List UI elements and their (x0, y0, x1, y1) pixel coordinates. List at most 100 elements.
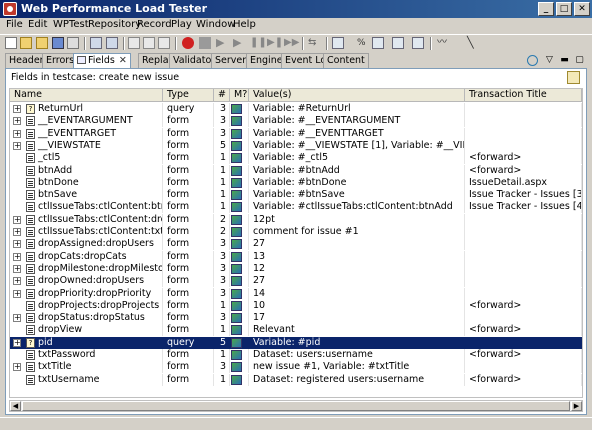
menu-play[interactable]: Play (171, 19, 192, 30)
tab-content[interactable]: Content (323, 53, 369, 68)
percent-icon[interactable]: % (357, 37, 369, 49)
menu-record[interactable]: Record (137, 19, 172, 30)
table-row[interactable]: + __EVENTARGUMENT form 3 Variable: #__EVENTA… (10, 115, 582, 128)
new-file-icon[interactable] (5, 37, 17, 49)
modifier-icon[interactable] (231, 190, 242, 201)
expand-icon[interactable]: + (13, 141, 21, 150)
chart-icon[interactable]: 〰 (437, 37, 449, 49)
table-row[interactable]: + dropAssigned:dropUsers form 3 27 (10, 238, 582, 251)
play-icon[interactable]: ▶ (216, 37, 228, 49)
sync-icon[interactable] (527, 55, 538, 66)
modifier-icon[interactable] (231, 227, 242, 237)
copy-icon[interactable] (143, 37, 155, 49)
modifier-icon[interactable] (231, 104, 242, 114)
table-row[interactable]: + dropCats:dropCats form 3 13 (10, 250, 582, 263)
modifier-icon[interactable] (231, 325, 242, 336)
step-over-icon[interactable]: ▶▶ (284, 37, 299, 49)
close-window-button[interactable]: ✕ (574, 2, 590, 16)
table-row[interactable]: btnSave form 1 Variable: #btnSave Issue Trac… (10, 189, 582, 202)
compare-icon[interactable]: ⇆ (308, 37, 320, 49)
modifier-icon[interactable] (231, 337, 242, 348)
scroll-thumb[interactable] (22, 401, 570, 411)
menu-help[interactable]: Help (233, 19, 256, 30)
menu-repository[interactable]: Repository (88, 19, 141, 30)
table-row[interactable]: dropView form 1 Relevant <forward> (10, 324, 582, 337)
modifier-icon[interactable] (231, 214, 242, 225)
table-row[interactable]: + ctlIssueTabs:ctlContent:txtComform2 comm… (10, 226, 582, 238)
table-row[interactable]: + dropPriority:dropPriority form 3 14 (10, 287, 582, 300)
column-header-transaction-title[interactable]: Transaction Title (465, 89, 582, 102)
save-icon[interactable] (52, 37, 64, 49)
line-tool-icon[interactable]: ╲ (467, 37, 479, 49)
table-row[interactable]: + dropOwned:dropUsers form 3 27 (10, 275, 582, 288)
menu-edit[interactable]: Edit (28, 19, 47, 30)
column-header-values[interactable]: Value(s) (249, 89, 465, 102)
record-icon[interactable] (182, 37, 194, 49)
horizontal-scrollbar[interactable]: ◀ ▶ (9, 400, 583, 412)
column-header-type[interactable]: Type (163, 89, 214, 102)
table-row[interactable]: +? pid query 5 Variable: #pid (10, 336, 582, 349)
menu-file[interactable]: File (6, 19, 23, 30)
modifier-icon[interactable] (231, 263, 242, 274)
record-settings-icon[interactable] (90, 37, 102, 49)
expand-icon[interactable]: + (13, 289, 21, 298)
cut-icon[interactable] (128, 37, 140, 49)
replay-settings-icon[interactable] (106, 37, 118, 49)
expand-icon[interactable]: + (13, 117, 21, 126)
filter-icon[interactable] (412, 37, 424, 49)
table-row[interactable]: + __EVENTTARGET form 3 Variable: #__EVENTTAR… (10, 127, 582, 140)
step-icon[interactable]: ▶❚ (267, 37, 283, 49)
table-row[interactable]: + txtTitle form 3 new issue #1, Variable: #t… (10, 361, 582, 374)
open-icon[interactable] (36, 37, 48, 49)
table-row[interactable]: + dropMilestone:dropMilestone form 3 12 (10, 262, 582, 275)
modifier-icon[interactable] (231, 153, 242, 164)
modifier-icon[interactable] (231, 350, 242, 360)
edit-icon[interactable] (567, 71, 580, 84)
expand-icon[interactable]: + (13, 252, 21, 261)
fast-play-icon[interactable]: ▶ (233, 37, 245, 49)
table-row[interactable]: + dropStatus:dropStatus form 3 17 (10, 312, 582, 325)
table-row[interactable]: _ctl5 form 1 Variable: #_ctl5 <forward> (10, 152, 582, 165)
menu-wptest[interactable]: WPTest (53, 19, 89, 30)
stop-icon[interactable] (199, 37, 211, 49)
maximize-button[interactable]: □ (556, 2, 572, 16)
modifier-icon[interactable] (231, 177, 242, 188)
save-all-icon[interactable] (67, 37, 79, 49)
expand-icon[interactable]: + (13, 105, 21, 113)
modifier-icon[interactable] (231, 313, 242, 324)
column-header-name[interactable]: Name (10, 89, 163, 102)
expand-icon[interactable]: + (13, 264, 21, 273)
modifier-icon[interactable] (231, 165, 242, 176)
expand-icon[interactable]: + (13, 129, 21, 138)
modifier-icon[interactable] (231, 202, 242, 213)
open-folder-icon[interactable] (20, 37, 32, 49)
table-row[interactable]: ctlIssueTabs:ctlContent:btnAdcform1 Varia… (10, 201, 582, 214)
paste-icon[interactable] (158, 37, 170, 49)
table-row[interactable]: btnAdd form 1 Variable: #btnAdd <forward> (10, 164, 582, 177)
table-row[interactable]: + ctlIssueTabs:ctlContent:dropFoform2 12pt (10, 213, 582, 226)
modifier-icon[interactable] (231, 239, 242, 250)
expand-icon[interactable]: + (13, 228, 21, 236)
minimize-view-icon[interactable]: ▬ (559, 55, 570, 66)
modifier-icon[interactable] (231, 128, 242, 139)
modifier-icon[interactable] (231, 276, 242, 287)
pause-icon[interactable]: ❚❚ (250, 37, 267, 49)
tree-view-icon[interactable] (392, 37, 404, 49)
modifier-icon[interactable] (231, 374, 242, 385)
grid-view-icon[interactable] (332, 37, 344, 49)
minimize-button[interactable]: _ (538, 2, 554, 16)
expand-icon[interactable]: + (13, 240, 21, 249)
table-row[interactable]: dropProjects:dropProjects form 1 10 <forward… (10, 299, 582, 312)
table-row[interactable]: txtPassword form 1 Dataset: users:username <… (10, 349, 582, 361)
expand-icon[interactable]: + (13, 314, 21, 323)
scroll-left-icon[interactable]: ◀ (10, 401, 21, 411)
table-row[interactable]: +? ReturnUrl query 3 Variable: #ReturnUrl (10, 103, 582, 115)
close-tab-icon[interactable]: ✕ (119, 55, 127, 66)
table-row[interactable]: btnDone form 1 Variable: #btnDone IssueDetai… (10, 176, 582, 189)
table-row[interactable]: txtUsername form 1 Dataset: registered user… (10, 373, 582, 386)
column-header-count[interactable]: # (214, 89, 230, 102)
maximize-view-icon[interactable]: ▢ (574, 55, 585, 66)
modifier-icon[interactable] (231, 300, 242, 311)
scroll-right-icon[interactable]: ▶ (571, 401, 582, 411)
modifier-icon[interactable] (231, 288, 242, 299)
